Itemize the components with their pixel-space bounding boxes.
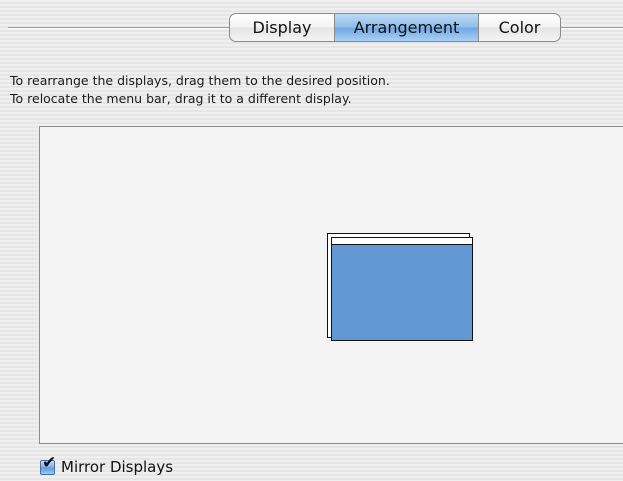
- mirror-displays-checkbox[interactable]: ✔: [40, 454, 56, 475]
- tab-bar: Display Arrangement Color: [229, 13, 561, 42]
- display-thumbnail[interactable]: [331, 237, 473, 341]
- tab-display[interactable]: Display: [230, 14, 334, 41]
- instruction-menu-bar: To relocate the menu bar, drag it to a d…: [10, 91, 352, 106]
- tab-color[interactable]: Color: [478, 14, 560, 41]
- instruction-rearrange: To rearrange the displays, drag them to …: [10, 73, 390, 88]
- mirror-displays-label[interactable]: Mirror Displays: [61, 458, 173, 476]
- tab-arrangement[interactable]: Arrangement: [334, 14, 478, 41]
- menu-bar-handle[interactable]: [332, 238, 472, 245]
- mirror-displays-option[interactable]: ✔ Mirror Displays: [40, 454, 173, 476]
- instructions-text: To rearrange the displays, drag them to …: [10, 72, 390, 108]
- display-arrangement-area: [39, 126, 623, 444]
- checkmark-icon: ✔: [42, 452, 57, 473]
